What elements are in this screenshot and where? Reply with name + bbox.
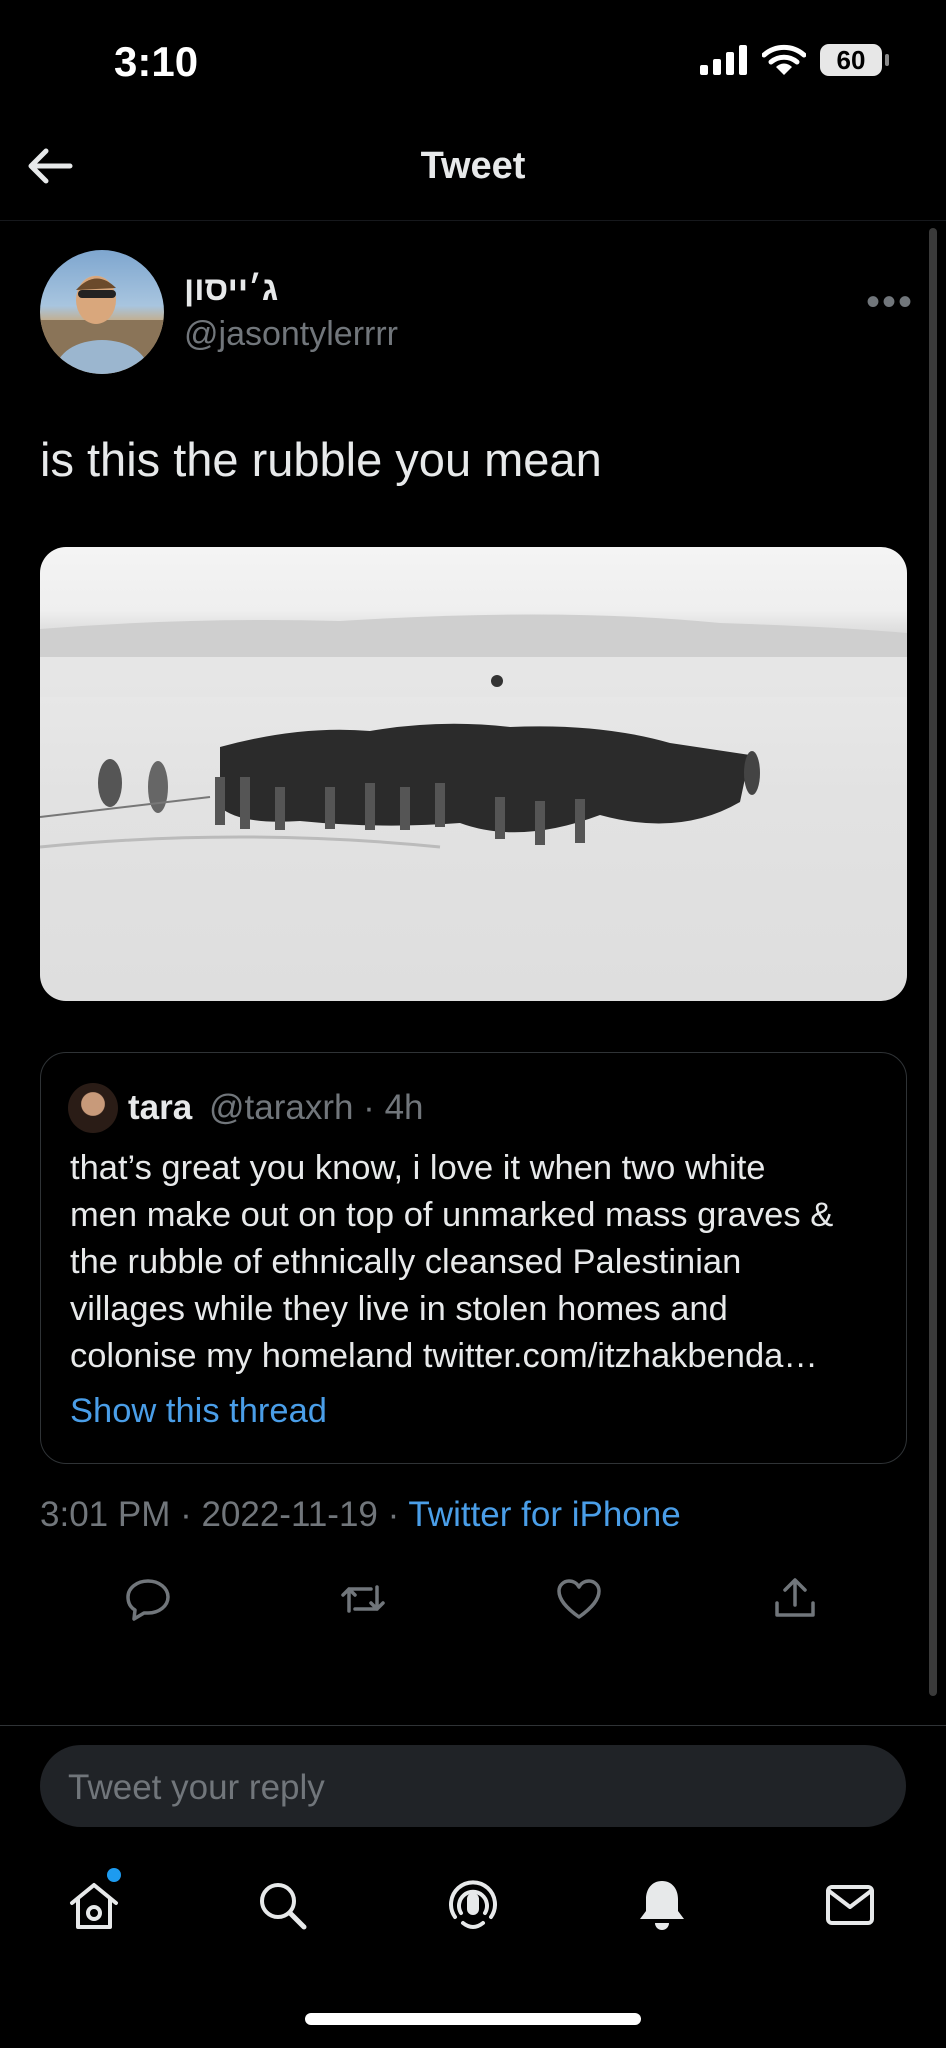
tweet-meta: 3:01 PM · 2022-11-19 · Twitter for iPhon… bbox=[40, 1495, 681, 1535]
cellular-signal-icon bbox=[700, 45, 747, 75]
quoted-text-line: men make out on top of unmarked mass gra… bbox=[70, 1196, 834, 1234]
spaces-icon[interactable] bbox=[445, 1877, 501, 1933]
quoted-text-line: colonise my homeland twitter.com/itzhakb… bbox=[70, 1337, 818, 1375]
reply-icon[interactable] bbox=[124, 1575, 172, 1623]
show-thread-link[interactable]: Show this thread bbox=[70, 1392, 327, 1431]
avatar[interactable] bbox=[40, 250, 164, 374]
home-icon[interactable] bbox=[66, 1877, 122, 1933]
notification-dot bbox=[107, 1868, 121, 1882]
share-icon[interactable] bbox=[771, 1575, 819, 1623]
quoted-text-line: the rubble of ethnically cleansed Palest… bbox=[70, 1243, 742, 1281]
user-handle[interactable]: @jasontylerrrr bbox=[184, 315, 398, 354]
battery-icon: 60 bbox=[820, 44, 889, 76]
status-icons: 60 bbox=[700, 44, 889, 76]
quoted-text-line: that’s great you know, i love it when tw… bbox=[70, 1149, 766, 1187]
display-name[interactable]: ג׳ייסון bbox=[184, 270, 278, 309]
tweet-source-link[interactable]: Twitter for iPhone bbox=[408, 1495, 680, 1534]
quoted-text-line: villages while they live in stolen homes… bbox=[70, 1290, 728, 1328]
tweet-timestamp: 3:01 PM · 2022-11-19 · bbox=[40, 1495, 409, 1534]
quoted-display-name[interactable]: tara bbox=[128, 1088, 192, 1128]
quoted-handle-time[interactable]: @taraxrh · 4h bbox=[209, 1088, 424, 1128]
header-divider bbox=[0, 220, 946, 221]
quoted-avatar[interactable] bbox=[68, 1083, 118, 1133]
more-options-icon[interactable]: ••• bbox=[866, 280, 914, 325]
page-title: Tweet bbox=[420, 145, 526, 187]
tweet-text: is this the rubble you mean bbox=[40, 433, 602, 486]
divider bbox=[0, 1725, 946, 1726]
like-icon[interactable] bbox=[555, 1575, 603, 1623]
tweet-image[interactable] bbox=[40, 547, 907, 1001]
reply-placeholder: Tweet your reply bbox=[68, 1768, 325, 1807]
wifi-icon bbox=[762, 44, 806, 75]
search-icon[interactable] bbox=[254, 1877, 310, 1933]
status-time: 3:10 bbox=[114, 38, 199, 85]
home-indicator bbox=[305, 2013, 641, 2025]
notifications-icon[interactable] bbox=[634, 1877, 690, 1933]
scrollbar[interactable] bbox=[929, 228, 937, 1696]
quoted-tweet-text: that’s great you know, i love it when tw… bbox=[70, 1145, 890, 1380]
messages-icon[interactable] bbox=[822, 1877, 878, 1933]
retweet-icon[interactable] bbox=[339, 1575, 387, 1623]
